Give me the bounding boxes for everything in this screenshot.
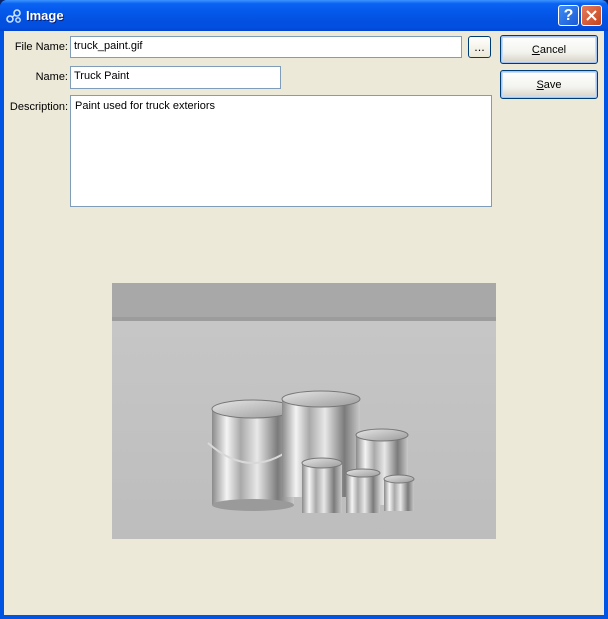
app-icon bbox=[6, 9, 21, 23]
cancel-label-rest: ancel bbox=[539, 43, 567, 56]
description-label: Description: bbox=[9, 101, 68, 113]
save-button[interactable]: Save bbox=[500, 70, 598, 99]
image-window: Image ? File Name: truck_paint.gif ... N… bbox=[0, 0, 608, 619]
cancel-button[interactable]: Cancel bbox=[500, 35, 598, 64]
save-label-rest: ave bbox=[543, 78, 562, 91]
title-bar[interactable]: Image ? bbox=[0, 0, 608, 31]
paint-cans-image bbox=[112, 283, 496, 539]
description-textarea[interactable]: Paint used for truck exteriors bbox=[70, 95, 492, 207]
file-name-field[interactable]: truck_paint.gif bbox=[70, 36, 462, 58]
help-button[interactable]: ? bbox=[558, 5, 579, 26]
client-area: File Name: truck_paint.gif ... Name: Tru… bbox=[4, 31, 604, 615]
close-button[interactable] bbox=[581, 5, 602, 26]
browse-button[interactable]: ... bbox=[468, 36, 491, 58]
save-mnemonic: S bbox=[536, 78, 544, 91]
window-title: Image bbox=[26, 8, 64, 23]
name-label: Name: bbox=[35, 71, 68, 83]
help-icon: ? bbox=[563, 6, 574, 24]
name-field[interactable]: Truck Paint bbox=[70, 66, 281, 89]
cancel-mnemonic: C bbox=[531, 43, 540, 56]
file-name-label: File Name: bbox=[14, 41, 68, 53]
close-icon bbox=[586, 10, 597, 21]
